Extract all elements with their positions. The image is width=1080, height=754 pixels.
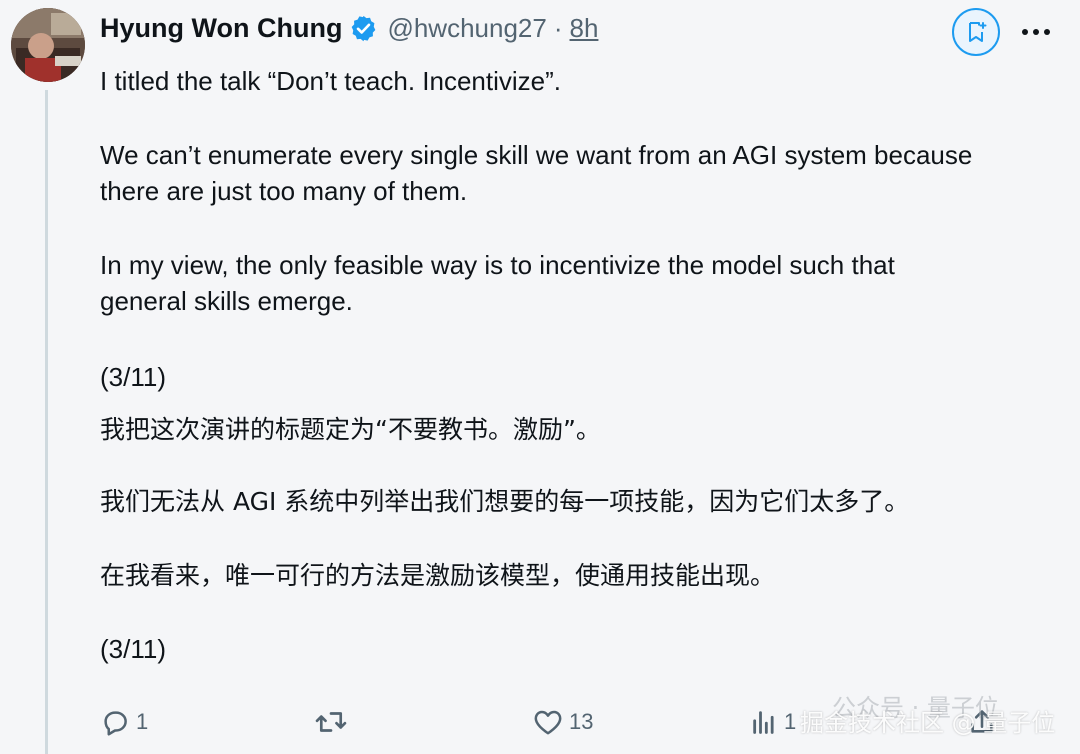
- tweet-text-line: We can’t enumerate every single skill we…: [100, 140, 973, 170]
- tweet-text-line-zh: 我们无法从 AGI 系统中列举出我们想要的每一项技能，因为它们太多了。: [100, 487, 910, 516]
- author-handle[interactable]: @hwchung27: [387, 13, 546, 44]
- retweet-icon: [315, 712, 347, 732]
- grok-icon: [969, 22, 987, 42]
- tweet-timestamp[interactable]: 8h: [570, 13, 599, 44]
- tweet-text-line-zh: 在我看来，唯一可行的方法是激励该模型，使通用技能出现。: [100, 561, 776, 590]
- more-icon: [1022, 29, 1050, 35]
- reply-icon: [104, 711, 127, 736]
- avatar-photo: [11, 8, 85, 82]
- reply-count: 1: [136, 709, 149, 734]
- separator-dot: ·: [553, 12, 563, 43]
- tweet-text-line: general skills emerge.: [100, 286, 353, 316]
- reply-button[interactable]: 1: [100, 700, 148, 744]
- tweet-text-line: I titled the talk “Don’t teach. Incentiv…: [100, 66, 561, 96]
- thread-counter: (3/11): [100, 634, 166, 664]
- tweet-header: Hyung Won Chung @hwchung27 · 8h: [100, 8, 598, 48]
- tweet-text-line-zh: 我把这次演讲的标题定为“不要教书。激励”。: [100, 415, 601, 444]
- author-name[interactable]: Hyung Won Chung: [100, 13, 342, 44]
- views-icon: [753, 711, 774, 734]
- views-button[interactable]: 1: [750, 700, 796, 744]
- like-count: 13: [569, 709, 594, 734]
- views-count: 1: [784, 709, 797, 734]
- more-options-button[interactable]: [1018, 18, 1054, 46]
- thread-counter: (3/11): [100, 362, 166, 392]
- grok-button[interactable]: [952, 8, 1000, 56]
- watermark-main: 掘金技术社区 @ 量子位: [800, 709, 1056, 737]
- tweet-text-line: there are just too many of them.: [100, 176, 468, 206]
- tweet-text-line: In my view, the only feasible way is to …: [100, 250, 895, 280]
- like-icon: [534, 710, 562, 735]
- retweet-button[interactable]: [314, 700, 354, 744]
- like-button[interactable]: 13: [533, 700, 593, 744]
- thread-connector-line: [45, 90, 48, 754]
- author-avatar[interactable]: [11, 8, 85, 82]
- verified-badge-icon: [349, 14, 378, 43]
